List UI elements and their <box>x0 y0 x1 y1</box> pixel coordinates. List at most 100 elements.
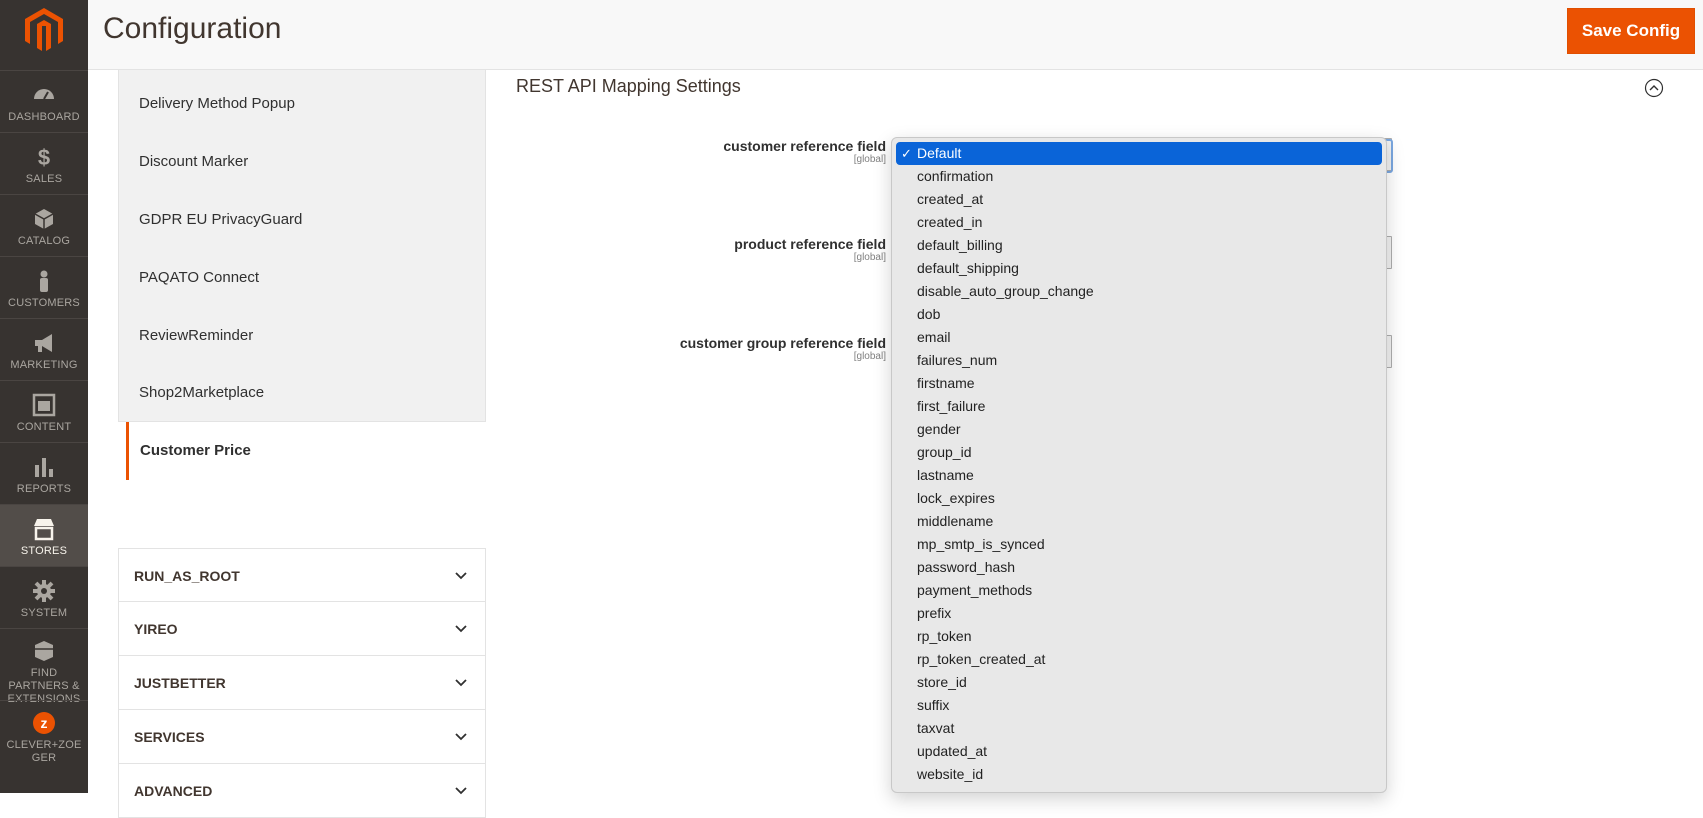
dollar-icon: $ <box>38 145 50 169</box>
dropdown-option[interactable]: dob <box>896 303 1382 326</box>
nav-customers[interactable]: CUSTOMERS <box>0 256 88 318</box>
content-icon <box>32 393 56 417</box>
nav-content[interactable]: CONTENT <box>0 380 88 442</box>
dropdown-option[interactable]: firstname <box>896 372 1382 395</box>
megaphone-icon <box>35 334 52 352</box>
nav-stores[interactable]: STORES <box>0 504 88 566</box>
checkmark-icon: ✓ <box>901 146 912 161</box>
section-services[interactable]: SERVICES <box>118 710 486 764</box>
nav-system[interactable]: SYSTEM <box>0 566 88 628</box>
dropdown-option[interactable]: first_failure <box>896 395 1382 418</box>
subtab-shop2marketplace[interactable]: Shop2Marketplace <box>119 364 485 422</box>
dropdown-option[interactable]: gender <box>896 418 1382 441</box>
field-name: product reference field <box>734 236 886 252</box>
dropdown-option[interactable]: suffix <box>896 694 1382 717</box>
nav-reports[interactable]: REPORTS <box>0 442 88 504</box>
config-tabs: Delivery Method Popup Discount Marker GD… <box>118 70 486 818</box>
option-label: prefix <box>917 605 952 621</box>
dropdown-option[interactable]: email <box>896 326 1382 349</box>
nav-label: CLEVER+ZOEGER <box>6 739 82 764</box>
nav-label: CONTENT <box>16 421 72 433</box>
option-label: default_billing <box>917 237 1003 253</box>
option-label: payment_methods <box>917 582 1033 598</box>
nav-dashboard[interactable]: DASHBOARD <box>0 70 88 132</box>
dropdown-option[interactable]: prefix <box>896 602 1382 625</box>
subtab-delivery-method-popup[interactable]: Delivery Method Popup <box>119 75 485 133</box>
option-label: updated_at <box>917 743 988 759</box>
svg-text:$: $ <box>38 145 50 169</box>
dropdown-option[interactable]: taxvat <box>896 717 1382 740</box>
nav-clever-zoeger[interactable]: z CLEVER+ZOEGER <box>0 700 88 780</box>
dropdown-option[interactable]: ✓ Default <box>896 142 1382 165</box>
dropdown-option[interactable]: rp_token <box>896 625 1382 648</box>
option-label: created_at <box>917 191 984 207</box>
dropdown-option[interactable]: group_id <box>896 441 1382 464</box>
field-name: customer group reference field <box>679 335 886 351</box>
magento-logo-icon[interactable] <box>25 8 63 52</box>
dropdown-option[interactable]: failures_num <box>896 349 1382 372</box>
chevron-down-icon <box>455 572 467 580</box>
dropdown-option[interactable]: website_id <box>896 763 1382 786</box>
field-name: customer reference field <box>723 138 886 154</box>
dropdown-option[interactable]: lock_expires <box>896 487 1382 510</box>
section-justbetter[interactable]: JUSTBETTER <box>118 656 486 710</box>
option-label: middlename <box>917 513 994 529</box>
subtab-discount-marker[interactable]: Discount Marker <box>119 133 485 191</box>
field-scope: [global] <box>853 252 886 263</box>
option-label: store_id <box>917 674 967 690</box>
section-run-as-root[interactable]: RUN_AS_ROOT <box>118 548 486 602</box>
option-label: first_failure <box>917 398 986 414</box>
nav-label: SALES <box>25 173 63 185</box>
dropdown-option[interactable]: updated_at <box>896 740 1382 763</box>
dropdown-option[interactable]: disable_auto_group_change <box>896 280 1382 303</box>
option-label: rp_token <box>917 628 972 644</box>
collapse-icon[interactable] <box>1644 78 1664 98</box>
nav-catalog[interactable]: CATALOG <box>0 194 88 256</box>
dropdown-option[interactable]: confirmation <box>896 165 1382 188</box>
config-subtab-list: Delivery Method Popup Discount Marker GD… <box>118 70 486 422</box>
svg-text:z: z <box>41 715 48 731</box>
nav-marketing[interactable]: MARKETING <box>0 318 88 380</box>
dropdown-option[interactable]: middlename <box>896 510 1382 533</box>
subtab-customer-price[interactable]: Customer Price <box>126 422 486 480</box>
dropdown-option[interactable]: store_id <box>896 671 1382 694</box>
option-label: email <box>917 329 951 345</box>
nav-label: SYSTEM <box>20 607 68 619</box>
dropdown-option[interactable]: rp_token_created_at <box>896 648 1382 671</box>
option-label: password_hash <box>917 559 1016 575</box>
subtab-paqato-connect[interactable]: PAQATO Connect <box>119 249 485 307</box>
cube-icon <box>34 209 54 229</box>
section-title: SERVICES <box>134 729 205 745</box>
section-title: JUSTBETTER <box>134 675 226 691</box>
clever-zoeger-icon: z <box>33 712 55 734</box>
section-yireo[interactable]: YIREO <box>118 602 486 656</box>
option-label: confirmation <box>917 168 994 184</box>
dropdown-option[interactable]: lastname <box>896 464 1382 487</box>
save-config-button[interactable]: Save Config <box>1567 8 1695 54</box>
section-title: RUN_AS_ROOT <box>134 568 240 584</box>
dropdown-option[interactable]: mp_smtp_is_synced <box>896 533 1382 556</box>
dropdown-option[interactable]: password_hash <box>896 556 1382 579</box>
product-reference-field-label: product reference field [global] <box>734 236 886 264</box>
dropdown-option[interactable]: payment_methods <box>896 579 1382 602</box>
dropdown-option[interactable]: default_billing <box>896 234 1382 257</box>
option-label: lock_expires <box>917 490 995 506</box>
chevron-down-icon <box>455 679 467 687</box>
page-title: Configuration <box>103 12 282 45</box>
subtab-reviewreminder[interactable]: ReviewReminder <box>119 307 485 365</box>
option-label: disable_auto_group_change <box>917 283 1094 299</box>
field-scope: [global] <box>853 351 886 362</box>
nav-find-partners[interactable]: FIND PARTNERS & EXTENSIONS <box>0 628 88 705</box>
option-label: suffix <box>917 697 950 713</box>
option-label: failures_num <box>917 352 998 368</box>
customer-reference-dropdown[interactable]: ✓ Default confirmation created_at created_in… <box>891 137 1387 793</box>
subtab-gdpr-privacyguard[interactable]: GDPR EU PrivacyGuard <box>119 191 485 249</box>
dropdown-option[interactable]: created_at <box>896 188 1382 211</box>
nav-sales[interactable]: $ SALES <box>0 132 88 194</box>
dropdown-option[interactable]: created_in <box>896 211 1382 234</box>
fieldset-title[interactable]: REST API Mapping Settings <box>516 76 741 97</box>
section-title: YIREO <box>134 621 178 637</box>
section-advanced[interactable]: ADVANCED <box>118 764 486 818</box>
gear-icon <box>33 580 55 602</box>
dropdown-option[interactable]: default_shipping <box>896 257 1382 280</box>
